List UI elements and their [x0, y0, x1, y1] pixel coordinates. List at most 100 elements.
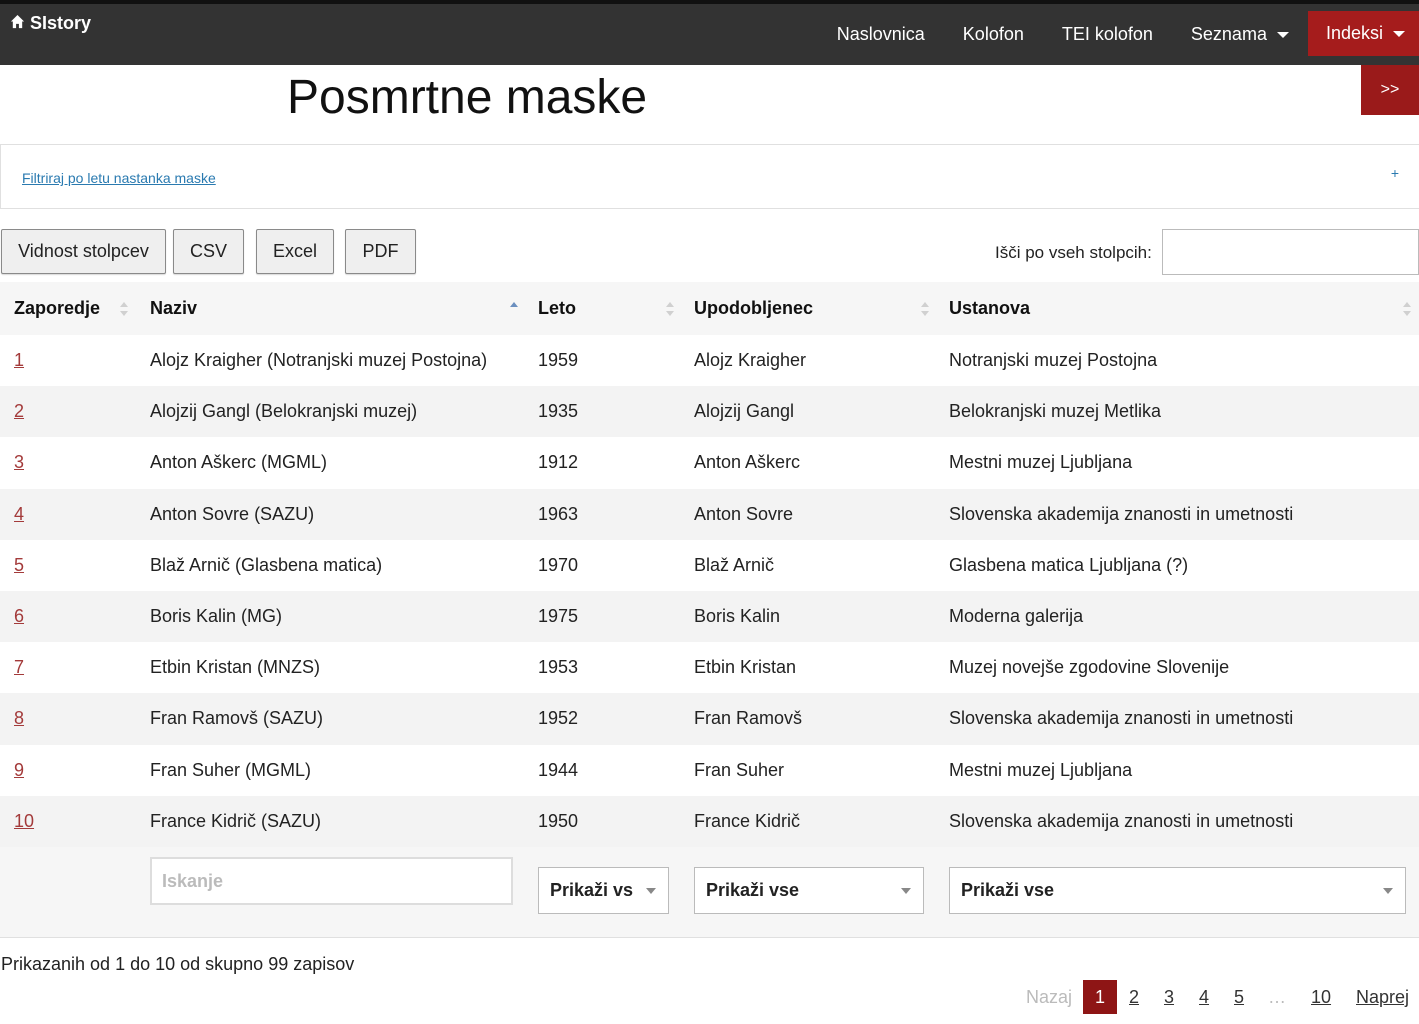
cell-leto: 1970	[538, 554, 579, 575]
cell-naziv: Fran Suher (MGML)	[150, 759, 312, 780]
cell-upodobljenec: Fran Suher	[694, 759, 785, 780]
dropdown-arrow-icon	[901, 888, 911, 894]
nav-label: Kolofon	[962, 24, 1024, 44]
excel-export-button[interactable]: Excel	[256, 229, 334, 274]
column-header-label: Naziv	[150, 298, 198, 318]
row-number-link[interactable]: 3	[14, 437, 24, 488]
nav-label: Indeksi	[1325, 23, 1383, 43]
pagination-page[interactable]: 5	[1234, 980, 1244, 1014]
filter-expand-icon[interactable]: +	[1391, 165, 1399, 181]
column-header-label: Ustanova	[949, 298, 1031, 318]
table-row: 9 Fran Suher (MGML) 1944 Fran Suher Mest…	[0, 744, 1419, 796]
cell-leto: 1952	[538, 708, 579, 729]
filter-year-link[interactable]: Filtriraj po letu nastanka maske	[22, 170, 216, 186]
pagination-page[interactable]: 4	[1199, 980, 1209, 1014]
column-header-label: Zaporedje	[14, 298, 101, 318]
cell-upodobljenec: Boris Kalin	[694, 605, 781, 626]
table-body: 1 Alojz Kraigher (Notranjski muzej Posto…	[0, 335, 1419, 847]
row-number-link[interactable]: 6	[14, 591, 24, 642]
select-value: Prikaži vse	[706, 880, 800, 900]
brand-name: SIstory	[30, 13, 92, 33]
cell-leto: 1912	[538, 452, 579, 473]
pagination-previous: Nazaj	[1026, 987, 1073, 1007]
global-search-input[interactable]	[1162, 229, 1419, 275]
pagination-page-last[interactable]: 10	[1311, 980, 1331, 1014]
pagination-page[interactable]: 3	[1164, 980, 1174, 1014]
table-row: 1 Alojz Kraigher (Notranjski muzej Posto…	[0, 335, 1419, 387]
home-icon	[10, 13, 25, 34]
cell-leto: 1950	[538, 810, 579, 831]
column-header-naziv[interactable]: Naziv	[150, 282, 520, 335]
sort-both-icon	[120, 300, 128, 318]
column-header-leto[interactable]: Leto	[538, 282, 678, 335]
row-number-link[interactable]: 7	[14, 642, 24, 693]
pagination-page-current[interactable]: 1	[1083, 980, 1117, 1014]
select-value: Prikaži vse	[961, 880, 1055, 900]
cell-upodobljenec: Fran Ramovš	[694, 708, 803, 729]
table-row: 10 France Kidrič (SAZU) 1950 France Kidr…	[0, 795, 1419, 847]
sort-both-icon	[921, 300, 929, 318]
cell-naziv: Etbin Kristan (MNZS)	[150, 657, 321, 678]
cell-naziv: Alojz Kraigher (Notranjski muzej Postojn…	[150, 350, 488, 370]
cell-naziv: Anton Sovre (SAZU)	[150, 503, 315, 524]
cell-leto: 1959	[538, 350, 579, 370]
naziv-filter-input[interactable]: Iskanje	[150, 857, 513, 905]
column-header-label: Upodobljenec	[694, 298, 814, 318]
table-row: 7 Etbin Kristan (MNZS) 1953 Etbin Krista…	[0, 642, 1419, 694]
nav-item-kolofon[interactable]: Kolofon	[944, 4, 1043, 65]
row-number-link[interactable]: 5	[14, 540, 24, 591]
column-header-zaporedje[interactable]: Zaporedje	[14, 282, 134, 335]
ustanova-filter-select[interactable]: Prikaži vse	[949, 867, 1406, 914]
cell-naziv: Fran Ramovš (SAZU)	[150, 708, 324, 729]
cell-upodobljenec: Alojzij Gangl	[694, 401, 795, 422]
cell-ustanova: Muzej novejše zgodovine Slovenije	[949, 657, 1230, 678]
row-number-link[interactable]: 10	[14, 796, 34, 847]
cell-ustanova: Notranjski muzej Postojna	[949, 350, 1158, 370]
nav-label: TEI kolofon	[1061, 24, 1153, 44]
nav-item-naslovnica[interactable]: Naslovnica	[818, 4, 944, 65]
pagination: Nazaj 1 2 3 4 5 … 10 Naprej	[1020, 980, 1419, 1014]
brand-link[interactable]: SIstory	[10, 13, 91, 34]
page-title: Posmrtne maske	[287, 71, 648, 124]
table-info: Prikazanih od 1 do 10 od skupno 99 zapis…	[1, 954, 355, 974]
upodobljenec-filter-select[interactable]: Prikaži vse	[694, 867, 924, 914]
nav-item-seznama[interactable]: Seznama	[1172, 4, 1308, 65]
caret-down-icon	[1393, 30, 1405, 37]
select-value: Prikaži vs	[550, 880, 634, 900]
cell-ustanova: Slovenska akademija znanosti in umetnost…	[949, 503, 1294, 524]
row-number-link[interactable]: 1	[14, 335, 24, 386]
table-row: 4 Anton Sovre (SAZU) 1963 Anton Sovre Sl…	[0, 488, 1419, 540]
cell-ustanova: Mestni muzej Ljubljana	[949, 759, 1133, 780]
cell-naziv: France Kidrič (SAZU)	[150, 810, 322, 831]
pdf-export-button[interactable]: PDF	[345, 229, 416, 274]
cell-ustanova: Mestni muzej Ljubljana	[949, 452, 1133, 473]
table-row: 8 Fran Ramovš (SAZU) 1952 Fran Ramovš Sl…	[0, 693, 1419, 745]
dropdown-arrow-icon	[1383, 888, 1393, 894]
table-row: 5 Blaž Arnič (Glasbena matica) 1970 Blaž…	[0, 539, 1419, 591]
pagination-next[interactable]: Naprej	[1356, 980, 1409, 1014]
column-header-ustanova[interactable]: Ustanova	[949, 282, 1399, 335]
row-number-link[interactable]: 8	[14, 693, 24, 744]
pagination-ellipsis: …	[1268, 987, 1286, 1007]
csv-export-button[interactable]: CSV	[173, 229, 244, 274]
cell-naziv: Blaž Arnič (Glasbena matica)	[150, 554, 383, 575]
row-number-link[interactable]: 2	[14, 386, 24, 437]
sort-both-icon	[666, 300, 674, 318]
row-number-link[interactable]: 9	[14, 745, 24, 796]
cell-ustanova: Glasbena matica Ljubljana (?)	[949, 554, 1189, 575]
nav-item-indeksi[interactable]: Indeksi	[1307, 11, 1419, 56]
expand-sidebar-button[interactable]: >>	[1361, 65, 1419, 115]
pagination-page[interactable]: 2	[1129, 980, 1139, 1014]
table-row: 2 Alojzij Gangl (Belokranjski muzej) 193…	[0, 386, 1419, 438]
top-navbar: SIstory Naslovnica Kolofon TEI kolofon S…	[0, 0, 1419, 65]
column-header-upodobljenec[interactable]: Upodobljenec	[694, 282, 934, 335]
table-footer-filters: Iskanje Prikaži vs Prikaži vse Prikaži v…	[0, 847, 1419, 938]
row-number-link[interactable]: 4	[14, 489, 24, 540]
sort-ascending-icon	[510, 300, 518, 318]
nav-item-tei-kolofon[interactable]: TEI kolofon	[1043, 4, 1172, 65]
filter-panel: Filtriraj po letu nastanka maske +	[0, 144, 1419, 209]
cell-naziv: Anton Aškerc (MGML)	[150, 452, 328, 473]
table-header: Zaporedje Naziv Leto Upodobljenec Ustano…	[0, 282, 1419, 336]
leto-filter-select[interactable]: Prikaži vs	[538, 867, 669, 914]
column-visibility-button[interactable]: Vidnost stolpcev	[1, 229, 166, 274]
